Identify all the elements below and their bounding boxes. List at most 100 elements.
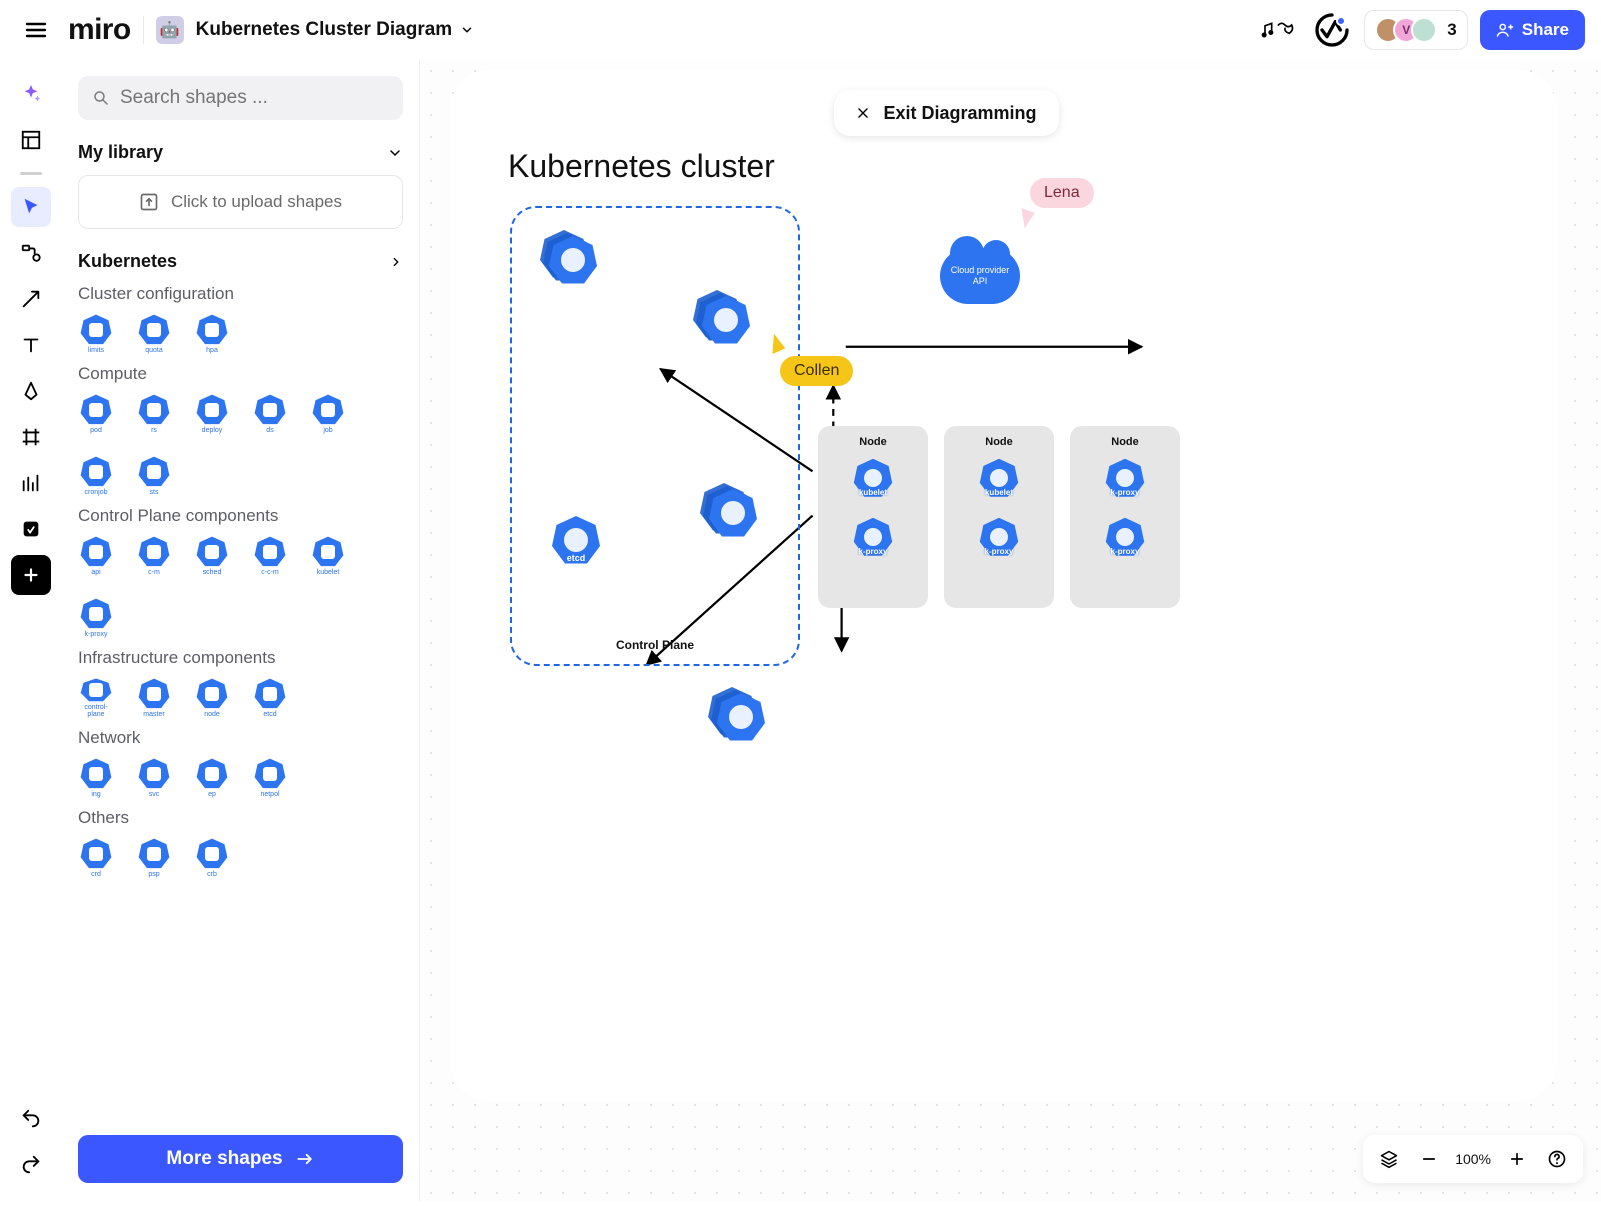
shape-quota[interactable]: quota [136, 314, 172, 354]
board-title-dropdown[interactable]: Kubernetes Cluster Diagram [196, 19, 475, 41]
tool-text[interactable] [11, 325, 51, 365]
cloud-provider-api[interactable]: Cloud provider API [940, 248, 1020, 304]
shape-c-m[interactable]: c-m [136, 536, 172, 576]
tool-template[interactable] [11, 120, 51, 160]
shape-api[interactable]: api [78, 536, 114, 576]
tool-chart[interactable] [11, 463, 51, 503]
k8s-shape-ccm[interactable]: c-c-m [698, 295, 754, 355]
search-icon [92, 89, 110, 107]
shape-sts[interactable]: sts [136, 456, 172, 496]
zoom-level[interactable]: 100% [1451, 1151, 1495, 1167]
shape-pod[interactable]: pod [78, 394, 114, 434]
undo-button[interactable] [11, 1099, 51, 1139]
tool-add[interactable] [11, 555, 51, 595]
heptagon-icon [254, 678, 286, 709]
logo[interactable]: miro [68, 13, 131, 47]
shape-control-plane[interactable]: control-plane [78, 678, 114, 718]
shape-master[interactable]: master [136, 678, 172, 718]
node-box-2[interactable]: Node kubelet k-proxy [944, 426, 1054, 608]
tool-diagram[interactable] [11, 233, 51, 273]
help-button[interactable] [1539, 1141, 1575, 1177]
share-button[interactable]: Share [1480, 10, 1585, 50]
exit-diagramming-button[interactable]: Exit Diagramming [834, 90, 1059, 136]
shape-grid: control-plane master node etcd [78, 678, 403, 718]
upload-shapes-button[interactable]: Click to upload shapes [78, 175, 403, 229]
group-title: Infrastructure components [78, 648, 403, 668]
k8s-shape-kubelet[interactable]: kubelet [853, 458, 893, 507]
shape-ep[interactable]: ep [194, 758, 230, 798]
my-library-label: My library [78, 142, 163, 163]
shape-crd[interactable]: crd [78, 838, 114, 878]
shape-label: crd [91, 871, 101, 878]
remote-cursor-collen: Collen [780, 356, 853, 386]
k8s-shape-etcd[interactable]: etcd [548, 515, 604, 575]
diagram-title[interactable]: Kubernetes cluster [508, 148, 775, 185]
tool-pen[interactable] [11, 371, 51, 411]
zoom-in-button[interactable] [1499, 1141, 1535, 1177]
shape-svc[interactable]: svc [136, 758, 172, 798]
shape-ing[interactable]: ing [78, 758, 114, 798]
zoom-out-button[interactable] [1411, 1141, 1447, 1177]
k8s-shape-kproxy[interactable]: k-proxy [979, 517, 1019, 566]
music-button[interactable] [1260, 10, 1300, 50]
node-box-1[interactable]: Node kubelet k-proxy [818, 426, 928, 608]
search-field[interactable] [120, 87, 389, 109]
k8s-shape-kubelet[interactable]: kubelet [979, 458, 1019, 507]
shape-cronjob[interactable]: cronjob [78, 456, 114, 496]
main-menu-button[interactable] [16, 10, 56, 50]
k8s-shape-kproxy[interactable]: k-proxy [1105, 517, 1145, 566]
k8s-shape-kproxy[interactable]: k-proxy [853, 517, 893, 566]
k8s-shape-api[interactable]: api [705, 488, 761, 548]
shape-label: kubelet [317, 569, 340, 576]
tool-arrow[interactable] [11, 279, 51, 319]
separator [143, 16, 144, 44]
node-box-3[interactable]: Node k-proxy k-proxy [1070, 426, 1180, 608]
heptagon-icon [80, 314, 112, 345]
group-title: Compute [78, 364, 403, 384]
frame[interactable]: Exit Diagramming Kubernetes cluster Cont… [450, 70, 1557, 1101]
tool-select[interactable] [11, 187, 51, 227]
shape-sched[interactable]: sched [194, 536, 230, 576]
k8s-shape-kproxy[interactable]: k-proxy [1105, 458, 1145, 507]
k8s-shape-cm[interactable]: c-m [545, 235, 601, 295]
heptagon-icon [80, 536, 112, 567]
activity-button[interactable] [1312, 10, 1352, 50]
collaborator-cluster[interactable]: V 3 [1364, 10, 1467, 50]
shape-kubelet[interactable]: kubelet [310, 536, 346, 576]
text-icon [20, 334, 42, 356]
canvas[interactable]: Exit Diagramming Kubernetes cluster Cont… [420, 60, 1601, 1201]
shape-c-c-m[interactable]: c-c-m [252, 536, 288, 576]
shape-netpol[interactable]: netpol [252, 758, 288, 798]
category-toggle[interactable]: Kubernetes [62, 237, 419, 274]
more-shapes-button[interactable]: More shapes [78, 1135, 403, 1183]
shape-rs[interactable]: rs [136, 394, 172, 434]
shape-grid: crd pspcrb [78, 838, 403, 878]
layers-button[interactable] [1371, 1141, 1407, 1177]
tool-ai[interactable] [11, 74, 51, 114]
board-emoji[interactable]: 🤖 [156, 16, 184, 44]
tool-frame[interactable] [11, 417, 51, 457]
redo-button[interactable] [11, 1145, 51, 1185]
shape-crb[interactable]: crb [194, 838, 230, 878]
chart-icon [20, 472, 42, 494]
heptagon-icon [80, 394, 112, 425]
shape-label: etcd [263, 711, 276, 718]
tool-sticker[interactable] [11, 509, 51, 549]
shape-limits[interactable]: limits [78, 314, 114, 354]
avatar-count: 3 [1447, 20, 1456, 40]
shape-deploy[interactable]: deploy [194, 394, 230, 434]
shape-k-proxy[interactable]: k-proxy [78, 598, 114, 638]
shape-label: k-proxy [85, 631, 108, 638]
shape-ds[interactable]: ds [252, 394, 288, 434]
k8s-shape-sched[interactable]: sched [713, 692, 769, 752]
shape-etcd[interactable]: etcd [252, 678, 288, 718]
shape-node[interactable]: node [194, 678, 230, 718]
shape-label: netpol [260, 791, 279, 798]
my-library-toggle[interactable]: My library [62, 128, 419, 167]
shape-job[interactable]: job [310, 394, 346, 434]
search-input[interactable] [78, 76, 403, 120]
frame-icon [20, 426, 42, 448]
shape-label: hpa [206, 347, 218, 354]
shape-psp[interactable]: psp [136, 838, 172, 878]
shape-hpa[interactable]: hpa [194, 314, 230, 354]
